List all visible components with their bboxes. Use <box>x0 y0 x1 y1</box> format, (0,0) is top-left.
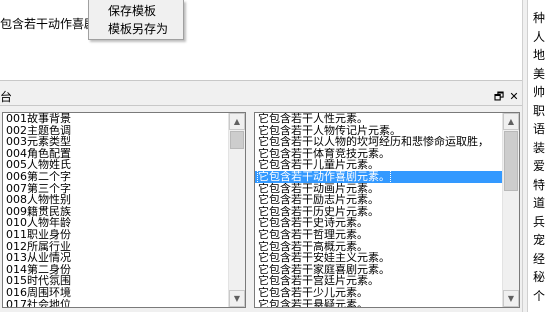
element-list-item-text: 它包含若干宫廷片元素。 <box>258 275 379 287</box>
element-list-item[interactable]: 它包含若干动作喜剧元素。 <box>255 170 502 183</box>
right-column-item[interactable]: 地 <box>533 47 549 63</box>
element-list-item-text: 它包含若干励志片元素。 <box>258 194 379 206</box>
panel-body: 001故事背景 002主题色调 003元素类型 004角色配置 005人物姓氏 006第二… <box>0 106 522 312</box>
element-list-item[interactable]: 它包含若干体育竞技元素。 <box>255 148 502 160</box>
element-list-item-text: 它包含若干以人物的坎坷经历和悲惨命运取胜， <box>258 136 489 148</box>
category-list-item[interactable]: 010人物年龄 <box>3 217 228 229</box>
right-column-item[interactable]: 职 <box>533 103 549 119</box>
category-list-item[interactable]: 009籍贯民族 <box>3 206 228 218</box>
category-list-items: 001故事背景 002主题色调 003元素类型 004角色配置 005人物姓氏 006第二… <box>3 113 228 307</box>
category-list-item[interactable]: 002主题色调 <box>3 125 228 137</box>
category-list-item[interactable]: 017社会地位 <box>3 299 228 308</box>
element-list-item-text: 它包含若干动作喜剧元素。 <box>257 170 391 183</box>
category-list-item[interactable]: 007第三个字 <box>3 183 228 195</box>
element-list-item[interactable]: 它包含若干动画片元素。 <box>255 183 502 195</box>
element-list-item-text: 它包含若干悬疑元素。 <box>258 298 368 308</box>
element-list-item-text: 它包含若干人性元素。 <box>258 113 368 125</box>
right-column-item[interactable]: 秘 <box>533 269 549 285</box>
element-list-item-text: 它包含若干史诗元素。 <box>258 217 368 229</box>
element-list-item-text: 它包含若干儿童片元素。 <box>258 159 379 171</box>
category-list-item[interactable]: 005人物姓氏 <box>3 159 228 171</box>
context-menu: 保存模板 模板另存为 <box>88 0 184 40</box>
element-list-item[interactable]: 它包含若干安娃主义元素。 <box>255 252 502 264</box>
element-list-item[interactable]: 它包含若干人物传记片元素。 <box>255 125 502 137</box>
element-list-item-text: 它包含若干少儿元素。 <box>258 286 368 299</box>
element-list-item[interactable]: 它包含若干以人物的坎坷经历和悲惨命运取胜， <box>255 136 502 148</box>
category-list-scrollbar[interactable]: ▲ ▼ <box>228 113 245 307</box>
right-column-item[interactable]: 人 <box>533 29 549 45</box>
scroll-down-icon[interactable]: ▼ <box>503 290 519 307</box>
scroll-up-icon[interactable]: ▲ <box>229 113 245 130</box>
element-list-item-text: 它包含若干高概元素。 <box>258 240 368 253</box>
category-list-item[interactable]: 013从业情况 <box>3 252 228 264</box>
restore-icon[interactable]: 🗗 <box>493 91 505 103</box>
element-list-item-text: 它包含若干动画片元素。 <box>258 182 379 195</box>
element-list-scrollbar[interactable]: ▲ ▼ <box>502 113 519 307</box>
right-column-item[interactable]: 经 <box>533 251 549 267</box>
element-list-item[interactable]: 它包含若干少儿元素。 <box>255 287 502 299</box>
element-list-item-text: 它包含若干安娃主义元素。 <box>258 252 390 264</box>
category-list-item[interactable]: 015时代氛围 <box>3 275 228 287</box>
right-column-item[interactable]: 装 <box>533 140 549 156</box>
category-list-item[interactable]: 016周围环境 <box>3 287 228 299</box>
vertical-splitter[interactable] <box>522 0 528 312</box>
element-list-item-text: 它包含若干家庭喜剧元素。 <box>258 263 390 276</box>
element-list-items: 它包含若干人性元素。 它包含若干人物传记片元素。 它包含若干以人物的坎坷经历和悲惨命… <box>255 113 502 307</box>
element-list-item[interactable]: 它包含若干哲理元素。 <box>255 229 502 241</box>
right-column-item[interactable]: 道 <box>533 195 549 211</box>
right-column-item[interactable]: 宠 <box>533 232 549 248</box>
element-list-item-text: 它包含若干哲理元素。 <box>258 228 368 241</box>
menu-item-save-template[interactable]: 保存模板 <box>108 2 156 20</box>
right-column-item[interactable]: 特 <box>533 177 549 193</box>
horizontal-splitter[interactable] <box>0 80 522 88</box>
category-list-item[interactable]: 006第二个字 <box>3 171 228 183</box>
element-list-item[interactable]: 它包含若干家庭喜剧元素。 <box>255 264 502 276</box>
scroll-down-icon[interactable]: ▼ <box>229 290 245 307</box>
menu-item-save-template-as[interactable]: 模板另存为 <box>108 20 168 38</box>
element-listbox[interactable]: 它包含若干人性元素。 它包含若干人物传记片元素。 它包含若干以人物的坎坷经历和悲惨命… <box>254 112 520 308</box>
scroll-thumb[interactable] <box>504 131 518 191</box>
right-column-item[interactable]: 爱 <box>533 158 549 174</box>
element-list-item[interactable]: 它包含若干史诗元素。 <box>255 217 502 229</box>
element-list-item[interactable]: 它包含若干儿童片元素。 <box>255 159 502 171</box>
element-list-item[interactable]: 它包含若干人性元素。 <box>255 113 502 125</box>
element-list-item[interactable]: 它包含若干历史片元素。 <box>255 206 502 218</box>
category-list-item[interactable]: 008人物性别 <box>3 194 228 206</box>
panel-header: 台 🗗 ✕ <box>0 88 522 106</box>
category-list-item[interactable]: 014第二身份 <box>3 264 228 276</box>
right-column-item[interactable]: 种 <box>533 10 549 26</box>
category-list-item[interactable]: 004角色配置 <box>3 148 228 160</box>
element-list-item[interactable]: 它包含若干悬疑元素。 <box>255 299 502 308</box>
template-description-text: 包含若干动作喜剧 <box>0 17 97 31</box>
panel-title: 台 <box>0 90 13 104</box>
category-listbox[interactable]: 001故事背景 002主题色调 003元素类型 004角色配置 005人物姓氏 006第二… <box>2 112 246 308</box>
right-column-item[interactable]: 兵 <box>533 214 549 230</box>
category-list-item[interactable]: 012所属行业 <box>3 241 228 253</box>
element-list-item[interactable]: 它包含若干励志片元素。 <box>255 194 502 206</box>
category-list-item[interactable]: 003元素类型 <box>3 136 228 148</box>
right-column-item[interactable]: 帅 <box>533 84 549 100</box>
category-list-item[interactable]: 001故事背景 <box>3 113 228 125</box>
element-list-item-text: 它包含若干人物传记片元素。 <box>258 124 401 137</box>
right-side-list: 种人地美帅职语装爱特道兵宠经秘个 <box>530 0 549 312</box>
element-list-item-text: 它包含若干体育竞技元素。 <box>258 147 390 160</box>
category-list-item[interactable]: 011职业身份 <box>3 229 228 241</box>
scroll-up-icon[interactable]: ▲ <box>503 113 519 130</box>
element-list-item[interactable]: 它包含若干高概元素。 <box>255 241 502 253</box>
element-list-item-text: 它包含若干历史片元素。 <box>258 205 379 218</box>
element-list-item[interactable]: 它包含若干宫廷片元素。 <box>255 275 502 287</box>
close-icon[interactable]: ✕ <box>508 91 520 103</box>
right-column-item[interactable]: 语 <box>533 121 549 137</box>
right-column-item[interactable]: 美 <box>533 66 549 82</box>
scroll-thumb[interactable] <box>230 131 244 149</box>
right-column-item[interactable]: 个 <box>533 288 549 304</box>
